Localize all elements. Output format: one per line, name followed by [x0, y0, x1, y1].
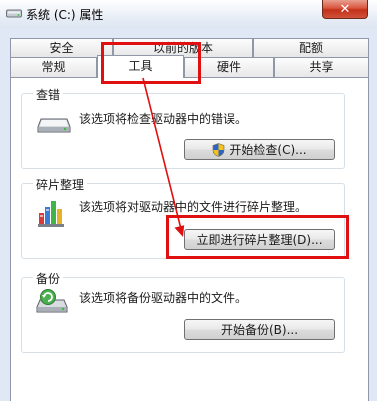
- tab-quota[interactable]: 配额: [253, 38, 369, 57]
- tab-label: 工具: [128, 59, 153, 73]
- tab-label: 共享: [309, 60, 334, 74]
- start-backup-button[interactable]: 开始备份(B)...: [184, 319, 335, 340]
- close-icon: ✕: [339, 1, 351, 17]
- group-desc-backup: 该选项将备份驱动器中的文件。: [79, 291, 248, 305]
- tab-general[interactable]: 常规: [10, 57, 97, 78]
- shield-icon: [213, 142, 225, 157]
- drive-icon: [6, 9, 22, 18]
- defrag-icon: [38, 201, 64, 227]
- group-desc-defrag: 该选项将对驱动器中的文件进行碎片整理。: [79, 200, 308, 214]
- group-title-defrag: 碎片整理: [33, 176, 88, 193]
- group-desc-check: 该选项将检查驱动器中的错误。: [79, 112, 248, 126]
- properties-window: 系统 (C:) 属性 ✕ 安全 以前的版本 配额 常规 工具 硬件 共享 查错 …: [0, 0, 377, 401]
- start-check-label: 开始检查(C)...: [229, 143, 307, 157]
- defrag-now-label: 立即进行碎片整理(D)...: [196, 233, 323, 247]
- tab-label: 硬件: [216, 60, 241, 74]
- tab-label: 常规: [41, 60, 66, 74]
- tab-label: 安全: [49, 41, 74, 55]
- tab-tools[interactable]: 工具: [97, 55, 184, 78]
- tab-label: 以前的版本: [152, 41, 213, 55]
- close-button[interactable]: ✕: [322, 0, 368, 19]
- hard-drive-icon: [37, 118, 71, 133]
- group-title-check: 查错: [33, 86, 64, 103]
- window-title: 系统 (C:) 属性: [26, 8, 104, 22]
- tab-sharing[interactable]: 共享: [274, 57, 369, 78]
- tab-hardware[interactable]: 硬件: [184, 57, 274, 78]
- start-backup-label: 开始备份(B)...: [220, 323, 299, 337]
- start-check-button[interactable]: 开始检查(C)...: [184, 139, 335, 160]
- group-title-backup: 备份: [33, 270, 64, 287]
- backup-icon: [36, 289, 68, 313]
- tab-label: 配额: [298, 41, 323, 55]
- defrag-now-button[interactable]: 立即进行碎片整理(D)...: [184, 229, 335, 250]
- title-bar[interactable]: 系统 (C:) 属性 ✕: [0, 0, 377, 28]
